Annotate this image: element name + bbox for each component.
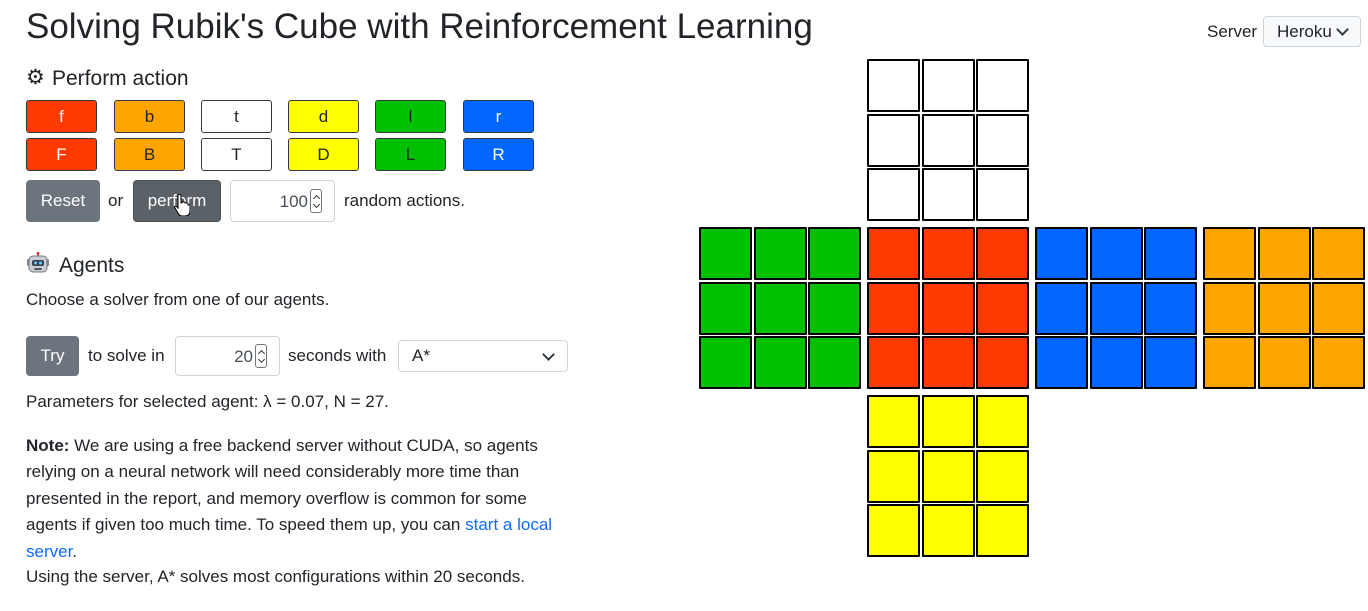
cube-sticker-back bbox=[1258, 227, 1311, 280]
cube-sticker-right bbox=[1090, 282, 1143, 335]
cube-sticker-left bbox=[808, 282, 861, 335]
cube-sticker-front bbox=[867, 282, 920, 335]
cube-sticker-front bbox=[976, 282, 1029, 335]
solve-seconds-value: 20 bbox=[234, 347, 253, 366]
chevron-down-icon bbox=[542, 348, 555, 361]
seconds-with-text: seconds with bbox=[288, 346, 387, 365]
cube-sticker-front bbox=[976, 336, 1029, 389]
number-spinner-icon[interactable] bbox=[310, 189, 322, 213]
cube-sticker-left bbox=[699, 282, 752, 335]
move-button-L[interactable]: L bbox=[375, 138, 446, 171]
cube-sticker-back bbox=[1203, 282, 1256, 335]
cube-sticker-bottom bbox=[976, 395, 1029, 448]
cube-sticker-front bbox=[867, 336, 920, 389]
server-select-value: Heroku bbox=[1277, 21, 1332, 41]
solve-seconds-input[interactable]: 20 bbox=[175, 336, 280, 376]
reset-button[interactable]: Reset bbox=[26, 180, 100, 222]
robot-icon bbox=[27, 252, 49, 273]
cube-sticker-bottom bbox=[922, 395, 975, 448]
agents-heading: Agents bbox=[59, 254, 125, 277]
agent-select[interactable]: A* bbox=[398, 340, 568, 372]
cube-sticker-top bbox=[976, 114, 1029, 167]
cube-sticker-back bbox=[1258, 282, 1311, 335]
note-text: We are using a free backend server witho… bbox=[26, 436, 538, 535]
cube-sticker-front bbox=[922, 336, 975, 389]
gear-icon: ⚙ bbox=[26, 66, 45, 89]
cube-sticker-front bbox=[867, 227, 920, 280]
page-title: Solving Rubik's Cube with Reinforcement … bbox=[26, 7, 813, 46]
cube-sticker-bottom bbox=[976, 504, 1029, 557]
move-button-F[interactable]: F bbox=[26, 138, 97, 171]
cube-sticker-back bbox=[1312, 227, 1365, 280]
random-actions-count-value: 100 bbox=[279, 192, 308, 211]
agents-subtitle: Choose a solver from one of our agents. bbox=[26, 290, 330, 309]
move-button-l[interactable]: l bbox=[375, 100, 446, 133]
move-button-f[interactable]: f bbox=[26, 100, 97, 133]
perform-action-heading: Perform action bbox=[52, 67, 189, 90]
cube-sticker-top bbox=[976, 168, 1029, 221]
move-button-d[interactable]: d bbox=[288, 100, 359, 133]
number-spinner-icon[interactable] bbox=[255, 344, 267, 368]
cube-sticker-top bbox=[922, 114, 975, 167]
cube-sticker-right bbox=[1035, 336, 1088, 389]
cube-sticker-left bbox=[754, 282, 807, 335]
move-button-r[interactable]: r bbox=[463, 100, 534, 133]
cube-sticker-top bbox=[922, 168, 975, 221]
note-label: Note: bbox=[26, 436, 70, 455]
cube-sticker-right bbox=[1090, 227, 1143, 280]
cube-sticker-back bbox=[1203, 227, 1256, 280]
cube-sticker-bottom bbox=[867, 450, 920, 503]
cube-sticker-right bbox=[1144, 227, 1197, 280]
cube-sticker-left bbox=[808, 336, 861, 389]
move-button-R[interactable]: R bbox=[463, 138, 534, 171]
cube-sticker-right bbox=[1090, 336, 1143, 389]
agent-parameters: Parameters for selected agent: λ = 0.07,… bbox=[26, 392, 389, 411]
move-button-b[interactable]: b bbox=[114, 100, 185, 133]
cube-sticker-left bbox=[808, 227, 861, 280]
cube-sticker-right bbox=[1035, 227, 1088, 280]
cube-sticker-top bbox=[922, 59, 975, 112]
note-end: . bbox=[72, 541, 78, 561]
cube-sticker-back bbox=[1312, 336, 1365, 389]
random-actions-text: random actions. bbox=[344, 191, 465, 210]
hand-cursor-icon bbox=[174, 194, 190, 216]
cube-sticker-front bbox=[976, 227, 1029, 280]
move-button-D[interactable]: D bbox=[288, 138, 359, 171]
cube-sticker-bottom bbox=[867, 504, 920, 557]
or-text: or bbox=[108, 191, 124, 210]
chevron-down-icon bbox=[1336, 23, 1349, 36]
note-paragraph: Note: We are using a free backend server… bbox=[26, 433, 576, 565]
cube-sticker-top bbox=[976, 59, 1029, 112]
random-actions-count-input[interactable]: 100 bbox=[230, 180, 335, 222]
cube-sticker-back bbox=[1203, 336, 1256, 389]
cube-sticker-right bbox=[1035, 282, 1088, 335]
server-info-line: Using the server, A* solves most configu… bbox=[26, 567, 525, 586]
cube-sticker-back bbox=[1312, 282, 1365, 335]
cube-sticker-top bbox=[867, 114, 920, 167]
agent-select-value: A* bbox=[412, 346, 430, 365]
cube-sticker-front bbox=[922, 282, 975, 335]
try-button[interactable]: Try bbox=[26, 336, 79, 376]
cube-sticker-right bbox=[1144, 336, 1197, 389]
move-button-B[interactable]: B bbox=[114, 138, 185, 171]
cube-sticker-bottom bbox=[976, 450, 1029, 503]
to-solve-text: to solve in bbox=[88, 346, 165, 365]
cube-sticker-top bbox=[867, 168, 920, 221]
cube-sticker-right bbox=[1144, 282, 1197, 335]
server-label: Server bbox=[1207, 22, 1258, 41]
cube-sticker-bottom bbox=[922, 450, 975, 503]
cube-sticker-front bbox=[922, 227, 975, 280]
cube-sticker-bottom bbox=[922, 504, 975, 557]
move-button-t[interactable]: t bbox=[201, 100, 272, 133]
cube-sticker-back bbox=[1258, 336, 1311, 389]
cube-sticker-top bbox=[867, 59, 920, 112]
move-button-T[interactable]: T bbox=[201, 138, 272, 171]
server-select[interactable]: Heroku bbox=[1263, 16, 1361, 47]
cube-sticker-left bbox=[699, 336, 752, 389]
cube-sticker-left bbox=[699, 227, 752, 280]
cube-sticker-left bbox=[754, 336, 807, 389]
cube-sticker-left bbox=[754, 227, 807, 280]
cube-sticker-bottom bbox=[867, 395, 920, 448]
